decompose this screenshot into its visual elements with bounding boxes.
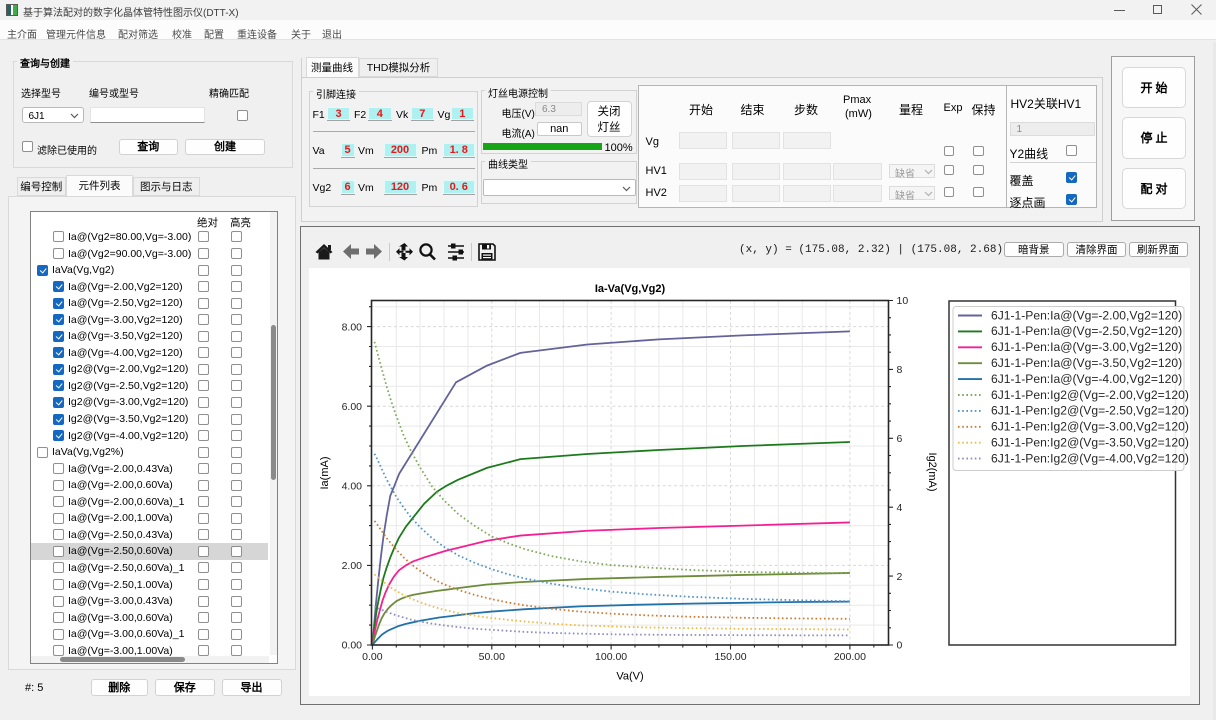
- svg-text:6J1-1-Pen:Ig2@(Vg=-4.00,Vg2=12: 6J1-1-Pen:Ig2@(Vg=-4.00,Vg2=120): [991, 451, 1189, 465]
- svg-text:8.00: 8.00: [342, 321, 363, 333]
- svg-text:6.00: 6.00: [342, 401, 363, 413]
- svg-text:6J1-1-Pen:Ig2@(Vg=-2.50,Vg2=12: 6J1-1-Pen:Ig2@(Vg=-2.50,Vg2=120): [991, 404, 1189, 418]
- svg-text:6J1-1-Pen:Ia@(Vg=-3.50,Vg2=120: 6J1-1-Pen:Ia@(Vg=-3.50,Vg2=120): [991, 356, 1182, 370]
- svg-text:2.00: 2.00: [342, 560, 363, 572]
- svg-text:Ia-Va(Vg,Vg2): Ia-Va(Vg,Vg2): [595, 283, 666, 295]
- svg-text:6J1-1-Pen:Ia@(Vg=-3.00,Vg2=120: 6J1-1-Pen:Ia@(Vg=-3.00,Vg2=120): [991, 340, 1182, 354]
- svg-text:Va(V): Va(V): [616, 671, 643, 683]
- svg-text:Ia(mA): Ia(mA): [319, 457, 331, 490]
- svg-text:6J1-1-Pen:Ig2@(Vg=-3.50,Vg2=12: 6J1-1-Pen:Ig2@(Vg=-3.50,Vg2=120): [991, 436, 1189, 450]
- svg-text:2: 2: [897, 571, 903, 583]
- svg-text:6J1-1-Pen:Ia@(Vg=-2.50,Vg2=120: 6J1-1-Pen:Ia@(Vg=-2.50,Vg2=120): [991, 324, 1182, 338]
- svg-text:4: 4: [897, 502, 903, 514]
- svg-text:200.00: 200.00: [834, 651, 866, 663]
- svg-text:10: 10: [897, 295, 909, 307]
- svg-text:8: 8: [897, 364, 903, 376]
- svg-text:0.00: 0.00: [342, 640, 363, 652]
- svg-text:6J1-1-Pen:Ig2@(Vg=-3.00,Vg2=12: 6J1-1-Pen:Ig2@(Vg=-3.00,Vg2=120): [991, 420, 1189, 434]
- svg-text:100.00: 100.00: [595, 651, 627, 663]
- svg-text:6J1-1-Pen:Ia@(Vg=-4.00,Vg2=120: 6J1-1-Pen:Ia@(Vg=-4.00,Vg2=120): [991, 372, 1182, 386]
- svg-text:0.00: 0.00: [362, 651, 383, 663]
- svg-text:50.00: 50.00: [479, 651, 505, 663]
- svg-text:6J1-1-Pen:Ig2@(Vg=-2.00,Vg2=12: 6J1-1-Pen:Ig2@(Vg=-2.00,Vg2=120): [991, 388, 1189, 402]
- svg-text:Ig2(mA): Ig2(mA): [926, 452, 938, 491]
- svg-text:150.00: 150.00: [714, 651, 746, 663]
- svg-text:6J1-1-Pen:Ia@(Vg=-2.00,Vg2=120: 6J1-1-Pen:Ia@(Vg=-2.00,Vg2=120): [991, 308, 1182, 322]
- svg-text:4.00: 4.00: [342, 481, 363, 493]
- svg-text:0: 0: [897, 640, 903, 652]
- svg-text:6: 6: [897, 433, 903, 445]
